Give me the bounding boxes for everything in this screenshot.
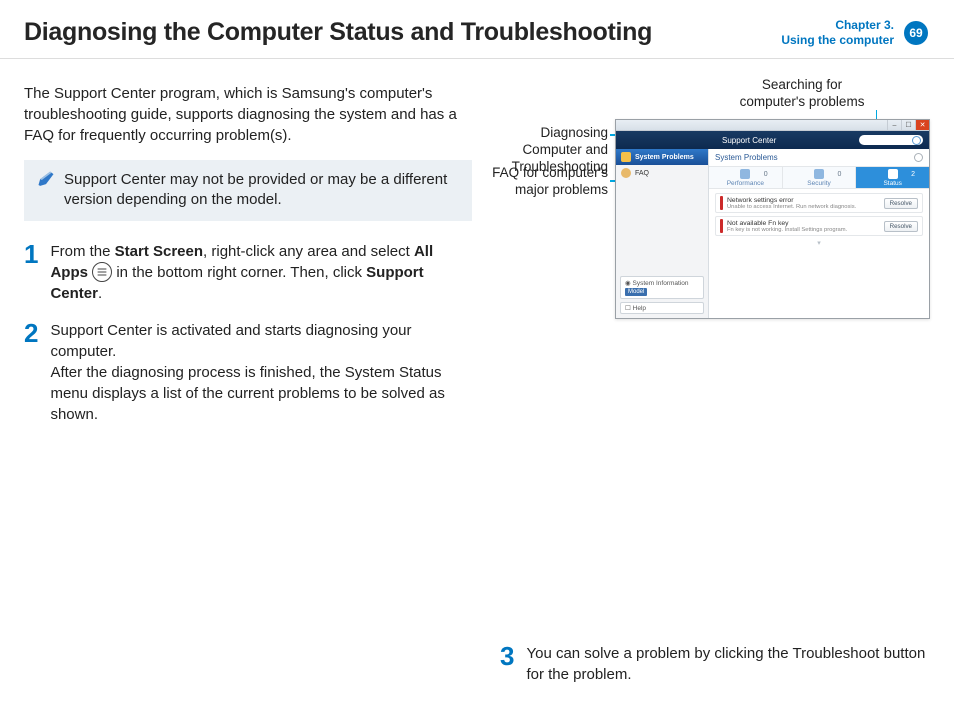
titlebar: Support Center — [616, 131, 929, 149]
problem-title: Network settings error — [727, 197, 884, 204]
resolve-button[interactable]: Resolve — [884, 198, 918, 209]
step-2-text: Support Center is activated and starts d… — [50, 320, 472, 425]
window-controls: – ☐ ✕ — [616, 120, 929, 131]
app-title: Support Center — [722, 136, 776, 145]
screenshot-annotations: Searching for computer's problems Diagno… — [500, 83, 930, 333]
page-title: Diagnosing the Computer Status and Troub… — [24, 18, 652, 47]
faq-icon — [621, 168, 631, 178]
search-input[interactable] — [859, 135, 923, 145]
callout-search: Searching for computer's problems — [732, 77, 872, 111]
severity-bar-icon — [720, 196, 723, 210]
step-number: 1 — [24, 241, 38, 304]
step-3-text: You can solve a problem by clicking the … — [526, 643, 930, 685]
help-button[interactable]: ☐ Help — [620, 302, 704, 314]
step-1: 1 From the Start Screen, right-click any… — [24, 241, 472, 304]
sidebar: System Problems FAQ ◉ System Information… — [616, 149, 709, 318]
step-3: 3 You can solve a problem by clicking th… — [500, 643, 930, 685]
gear-icon[interactable] — [914, 153, 923, 162]
expand-arrow-icon[interactable]: ▾ — [715, 239, 923, 247]
tab-performance[interactable]: 0 Performance — [709, 167, 783, 189]
problem-list: Network settings error Unable to access … — [709, 189, 929, 251]
problem-subtitle: Fn key is not working. Install Settings … — [727, 227, 884, 233]
main-heading: System Problems — [715, 153, 778, 162]
page-number-badge: 69 — [904, 21, 928, 45]
minimize-button[interactable]: – — [887, 120, 901, 130]
note-box: Support Center may not be provided or ma… — [24, 160, 472, 221]
chapter-line1: Chapter 3. — [781, 18, 894, 33]
support-center-window: – ☐ ✕ Support Center System Problems — [615, 119, 930, 319]
note-text: Support Center may not be provided or ma… — [64, 170, 460, 211]
chapter-block: Chapter 3. Using the computer 69 — [781, 18, 928, 48]
close-button[interactable]: ✕ — [915, 120, 929, 130]
tab-security[interactable]: 0 Security — [783, 167, 857, 189]
chapter-line2: Using the computer — [781, 33, 894, 48]
problem-title: Not available Fn key — [727, 220, 884, 227]
category-tabs: 0 Performance 0 Security 2 — [709, 167, 929, 189]
tab-status[interactable]: 2 Status — [856, 167, 929, 189]
step-number: 3 — [500, 643, 514, 685]
intro-paragraph: The Support Center program, which is Sam… — [24, 83, 472, 146]
step-number: 2 — [24, 320, 38, 425]
sidebar-item-system-problems[interactable]: System Problems — [616, 149, 708, 165]
problem-row: Not available Fn key Fn key is not worki… — [715, 216, 923, 236]
note-icon — [36, 170, 56, 190]
resolve-button[interactable]: Resolve — [884, 221, 918, 232]
severity-bar-icon — [720, 219, 723, 233]
shield-icon — [814, 169, 824, 179]
system-information-panel[interactable]: ◉ System Information Model — [620, 276, 704, 299]
callout-faq: FAQ for computer's major problems — [484, 165, 608, 199]
page-header: Diagnosing the Computer Status and Troub… — [0, 0, 954, 59]
problem-subtitle: Unable to access Internet. Run network d… — [727, 204, 884, 210]
problem-row: Network settings error Unable to access … — [715, 193, 923, 213]
maximize-button[interactable]: ☐ — [901, 120, 915, 130]
all-apps-icon — [92, 262, 112, 282]
model-label: Model — [625, 288, 647, 296]
warning-icon — [621, 152, 631, 162]
sidebar-item-faq[interactable]: FAQ — [616, 165, 708, 181]
step-1-text: From the Start Screen, right-click any a… — [50, 241, 472, 304]
monitor-icon — [888, 169, 898, 179]
main-panel: System Problems 0 Performance 0 — [709, 149, 929, 318]
step-2: 2 Support Center is activated and starts… — [24, 320, 472, 425]
chapter-text: Chapter 3. Using the computer — [781, 18, 894, 48]
gauge-icon — [740, 169, 750, 179]
